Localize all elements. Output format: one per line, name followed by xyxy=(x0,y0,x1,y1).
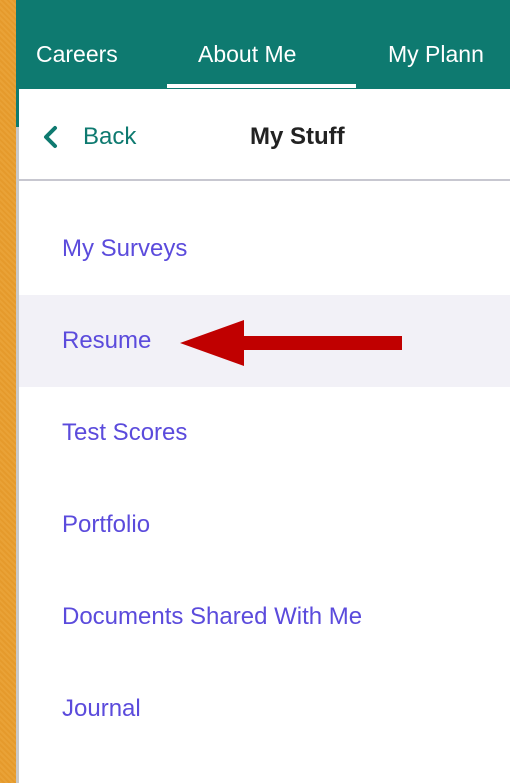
panel-title: My Stuff xyxy=(250,123,345,150)
panel-header: Back My Stuff xyxy=(19,89,510,181)
menu-item-portfolio[interactable]: Portfolio xyxy=(19,479,510,571)
back-button[interactable]: Back xyxy=(41,117,136,157)
left-arrow-icon xyxy=(180,320,402,366)
menu-item-journal[interactable]: Journal xyxy=(19,663,510,755)
menu-item-test-scores[interactable]: Test Scores xyxy=(19,387,510,479)
menu-item-documents-shared-with-me[interactable]: Documents Shared With Me xyxy=(19,571,510,663)
menu-item-my-surveys[interactable]: My Surveys xyxy=(19,203,510,295)
active-tab-indicator xyxy=(167,84,356,88)
back-label: Back xyxy=(83,123,137,150)
my-stuff-menu: My Surveys Resume Test Scores Portfolio … xyxy=(19,203,510,755)
app-frame: Careers About Me My Plann Back My Stuff … xyxy=(16,0,510,783)
chevron-left-icon xyxy=(44,126,57,148)
tab-careers[interactable]: Careers xyxy=(36,34,118,74)
tab-my-planner[interactable]: My Plann xyxy=(388,34,484,74)
my-stuff-panel: Back My Stuff My Surveys Resume Test Sco… xyxy=(19,89,510,783)
tab-about-me[interactable]: About Me xyxy=(198,34,296,74)
